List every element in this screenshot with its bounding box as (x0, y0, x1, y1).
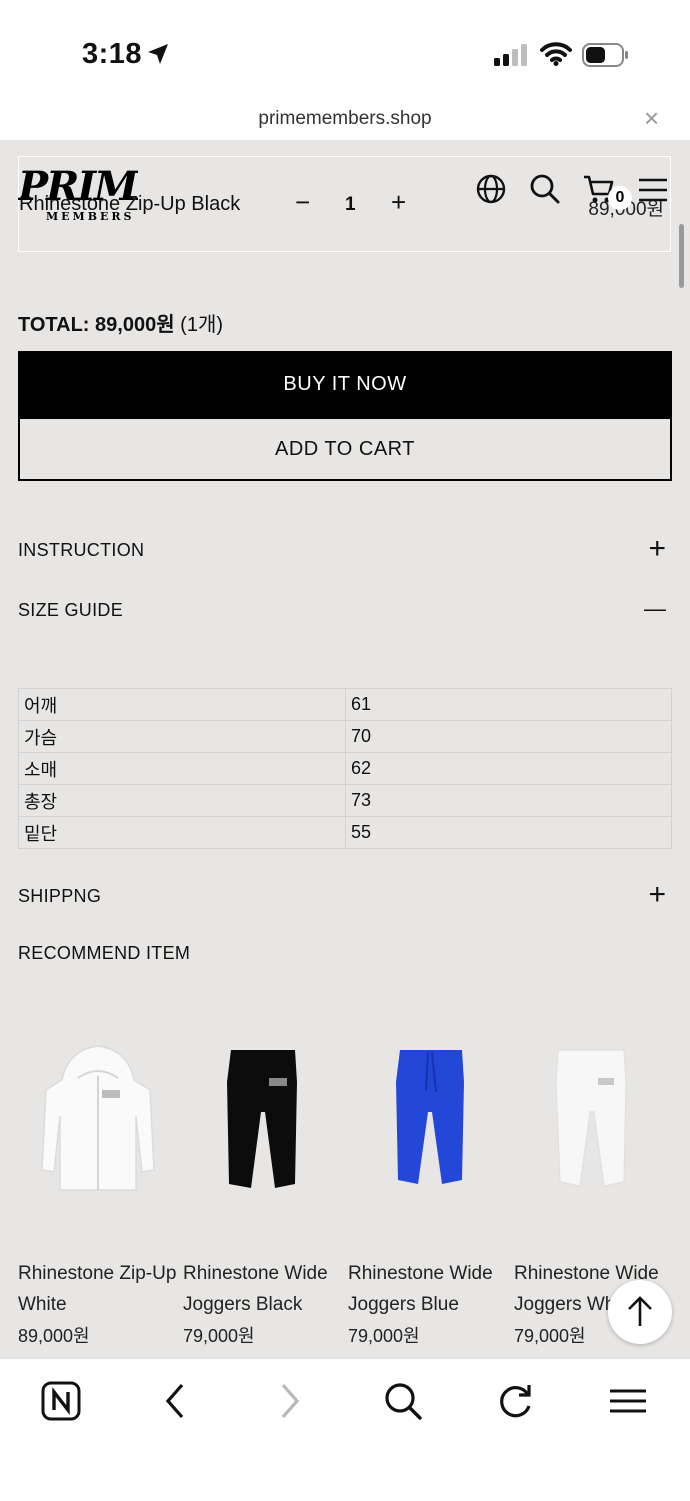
recommend-item[interactable]: Rhinestone Wide Joggers White 79,000원 (514, 1020, 674, 1346)
collapse-minus-icon[interactable]: — (644, 592, 666, 626)
recommend-item-price: 89,000원 (18, 1326, 90, 1346)
size-value: 73 (345, 784, 672, 817)
cart-count-badge: 0 (608, 186, 632, 210)
total-amount: 89,000원 (95, 314, 175, 336)
recommend-title: RECOMMEND ITEM (18, 943, 191, 963)
globe-icon[interactable] (476, 174, 506, 204)
forward-icon[interactable] (275, 1381, 305, 1421)
svg-text:MEMBERS: MEMBERS (46, 210, 135, 223)
menu-icon[interactable] (638, 177, 668, 203)
product-image-joggers-blue[interactable] (348, 1020, 508, 1240)
status-time: 3:18 (82, 38, 143, 70)
recommend-item-price: 79,000원 (514, 1326, 586, 1346)
expand-plus-icon[interactable]: + (648, 878, 666, 912)
scroll-to-top-button[interactable] (608, 1280, 672, 1344)
close-icon[interactable]: × (644, 104, 659, 132)
recommend-item-name[interactable]: Rhinestone Zip-Up White (18, 1258, 178, 1320)
arrow-up-icon (628, 1296, 652, 1326)
size-value: 62 (345, 752, 672, 785)
size-guide-table: 어깨 61 가슴 70 소매 62 총장 73 밑단 55 (18, 688, 672, 849)
recommend-item-price: 79,000원 (183, 1326, 255, 1346)
shipping-accordion[interactable]: SHIPPNG + (18, 878, 672, 918)
location-arrow-icon (148, 44, 168, 64)
total-label: TOTAL: (18, 314, 90, 336)
search-icon[interactable] (383, 1381, 423, 1421)
url-bar: primemembers.shop × (0, 100, 690, 140)
recommend-item[interactable]: Rhinestone Zip-Up White 89,000원 (18, 1020, 178, 1346)
svg-text:PRIME: PRIME (18, 163, 138, 210)
quantity-decrease-button[interactable]: − (295, 187, 310, 218)
recommend-item[interactable]: Rhinestone Wide Joggers Blue 79,000원 (348, 1020, 508, 1346)
size-part: 가슴 (18, 720, 346, 753)
order-total: TOTAL: 89,000원 (1개) (18, 308, 223, 337)
size-part: 총장 (18, 784, 346, 817)
size-value: 55 (345, 816, 672, 849)
size-part: 밑단 (18, 816, 346, 849)
instruction-label: INSTRUCTION (18, 540, 145, 560)
table-row: 어깨 61 (18, 688, 672, 721)
recommend-item[interactable]: Rhinestone Wide Joggers Black 79,000원 (183, 1020, 343, 1346)
size-value: 61 (345, 688, 672, 721)
scrollbar[interactable] (679, 224, 684, 288)
total-count: (1개) (180, 314, 224, 336)
product-image-zipup-white[interactable] (18, 1020, 178, 1240)
recommend-item-name[interactable]: Rhinestone Wide Joggers Black (183, 1258, 343, 1320)
url-text[interactable]: primemembers.shop (0, 108, 690, 130)
buy-it-now-button[interactable]: BUY IT NOW (18, 351, 672, 417)
menu-icon[interactable] (608, 1381, 648, 1421)
quantity-increase-button[interactable]: + (391, 187, 406, 218)
cellular-signal-icon (494, 44, 527, 66)
instruction-accordion[interactable]: INSTRUCTION + (18, 532, 672, 572)
size-part: 어깨 (18, 688, 346, 721)
quantity-value[interactable]: 1 (345, 194, 356, 216)
expand-plus-icon[interactable]: + (648, 532, 666, 566)
browser-toolbar (0, 1358, 690, 1501)
back-icon[interactable] (160, 1381, 190, 1421)
shipping-label: SHIPPNG (18, 886, 102, 906)
size-guide-label: SIZE GUIDE (18, 600, 124, 620)
product-image-joggers-white[interactable] (514, 1020, 674, 1240)
size-part: 소매 (18, 752, 346, 785)
size-value: 70 (345, 720, 672, 753)
page-content: Rhinestone Zip-Up Black − 1 + 89,000원 PR… (0, 140, 690, 1358)
size-guide-accordion[interactable]: SIZE GUIDE — (18, 592, 672, 632)
status-bar: 3:18 (0, 0, 690, 100)
table-row: 밑단 55 (18, 816, 672, 849)
prime-logo[interactable]: PRIME MEMBERS (18, 160, 138, 228)
table-row: 소매 62 (18, 752, 672, 785)
table-row: 총장 73 (18, 784, 672, 817)
recommend-item-name[interactable]: Rhinestone Wide Joggers Blue (348, 1258, 508, 1320)
add-to-cart-button[interactable]: ADD TO CART (18, 417, 672, 481)
wifi-icon (540, 42, 572, 66)
recommend-item-price: 79,000원 (348, 1326, 420, 1346)
table-row: 가슴 70 (18, 720, 672, 753)
naver-home-icon[interactable] (41, 1381, 81, 1421)
search-icon[interactable] (529, 173, 561, 205)
reload-icon[interactable] (496, 1381, 534, 1421)
battery-icon (582, 43, 628, 67)
product-image-joggers-black[interactable] (183, 1020, 343, 1240)
